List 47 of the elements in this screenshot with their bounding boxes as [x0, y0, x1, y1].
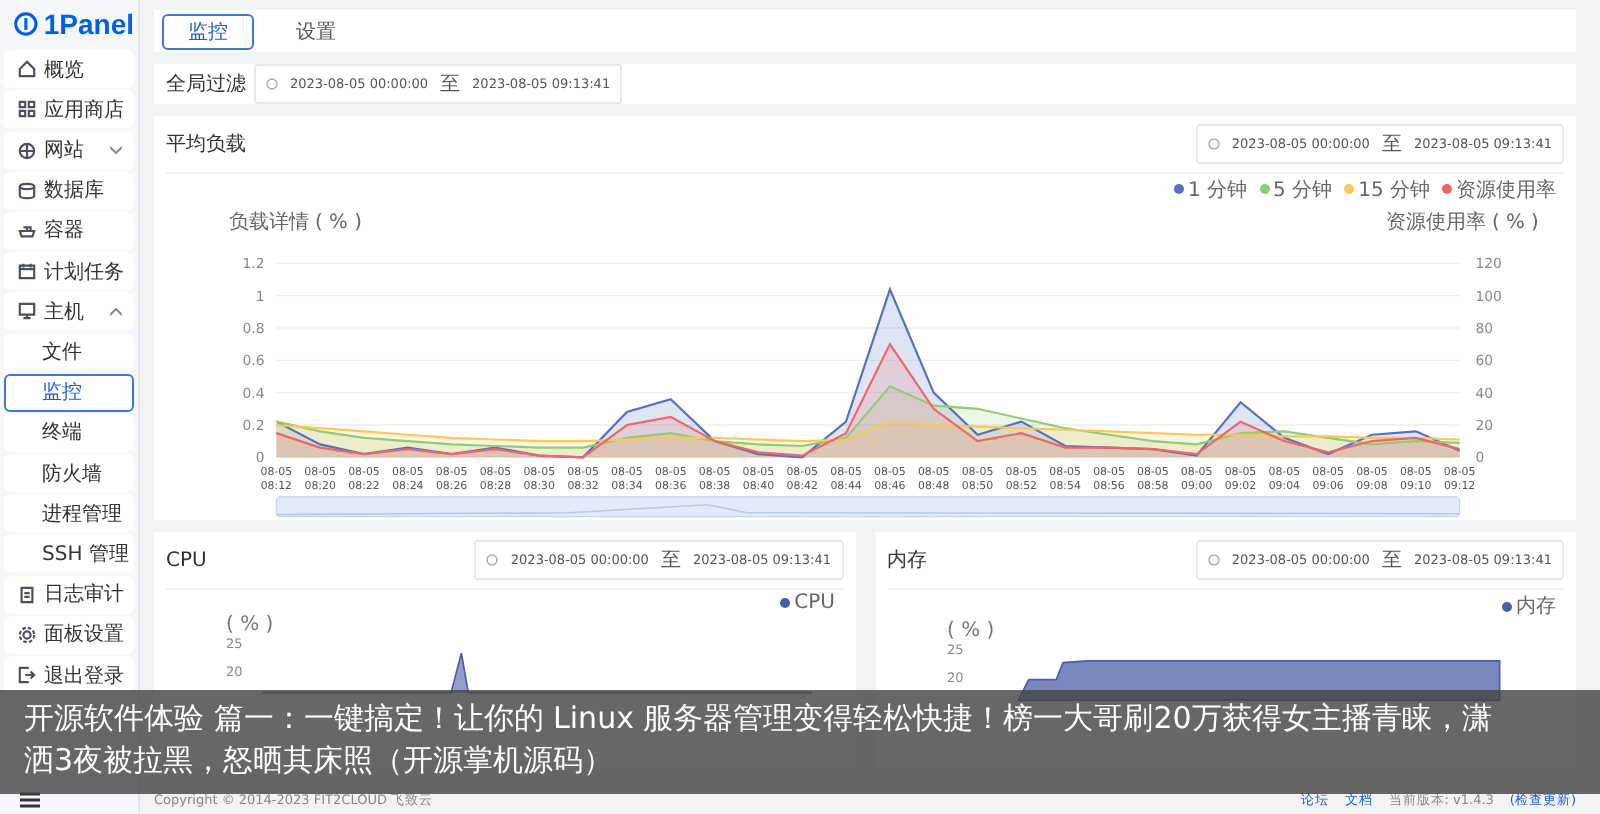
legend-item[interactable]: 资源使用率 [1442, 175, 1556, 204]
legend-item[interactable]: CPU [780, 592, 835, 614]
menu-item[interactable]: 防火墙 [4, 454, 134, 493]
axis-title: ( % ) [947, 620, 997, 642]
menu-item[interactable]: 文件 [4, 333, 134, 371]
menu-item[interactable]: 进程管理 [4, 494, 134, 533]
logout-icon [18, 666, 36, 684]
container-icon [18, 221, 36, 240]
menu-item[interactable]: 概览 [4, 50, 134, 89]
axis-title: ( % ) [226, 614, 276, 636]
menu-item[interactable]: 应用商店 [4, 90, 134, 129]
document-icon [18, 585, 36, 604]
database-icon [18, 181, 36, 200]
caption-text: 开源软件体验 篇一：一键搞定！让你的 Linux 服务器管理变得轻松快捷！榜一大哥刷20万获得女主播青睐，潇洒3夜被拉黑，怒晒其床照（开源掌机源码） [24, 700, 1492, 778]
globe-icon [18, 141, 36, 160]
monitor-icon [18, 302, 36, 321]
filter-label: 全局过滤 [166, 71, 246, 98]
menu-item[interactable]: 容器 [4, 211, 134, 250]
card-title: 内存 [887, 547, 927, 574]
menu-item[interactable]: 数据库 [4, 171, 134, 210]
menu-item[interactable]: 主机 [4, 292, 134, 331]
legend-dot [1502, 601, 1512, 611]
legend-item[interactable]: 1 分钟 [1174, 175, 1248, 204]
calendar-icon [18, 262, 36, 281]
legend-item[interactable]: 内存 [1502, 592, 1556, 620]
home-icon [18, 60, 36, 79]
grid-icon [18, 100, 36, 119]
menu-item[interactable]: 网站 [4, 131, 134, 170]
logo-text: 1Panel [43, 8, 134, 40]
menu-item[interactable]: 日志审计 [4, 575, 134, 614]
legend-item[interactable]: 5 分钟 [1259, 175, 1333, 204]
legend-dot [780, 598, 791, 608]
tab[interactable]: 监控 [162, 13, 254, 49]
menu-item[interactable]: 监控 [4, 373, 134, 412]
menu-item[interactable]: 终端 [4, 413, 134, 452]
logo-icon [14, 10, 38, 38]
gear-icon [18, 625, 36, 644]
card-title: CPU [166, 549, 207, 571]
axis-title: 资源使用率 ( % ) [1385, 211, 1539, 234]
zoom-slider[interactable] [275, 495, 1461, 517]
menu-icon[interactable] [20, 792, 40, 808]
menu-item[interactable]: 面板设置 [4, 615, 134, 654]
card-title: 平均负载 [166, 131, 246, 158]
axis-title: 负载详情 ( % ) [228, 211, 362, 234]
menu-item[interactable]: SSH 管理 [4, 534, 134, 573]
menu-item[interactable]: 计划任务 [4, 252, 134, 291]
legend-item[interactable]: 15 分钟 [1344, 175, 1430, 204]
